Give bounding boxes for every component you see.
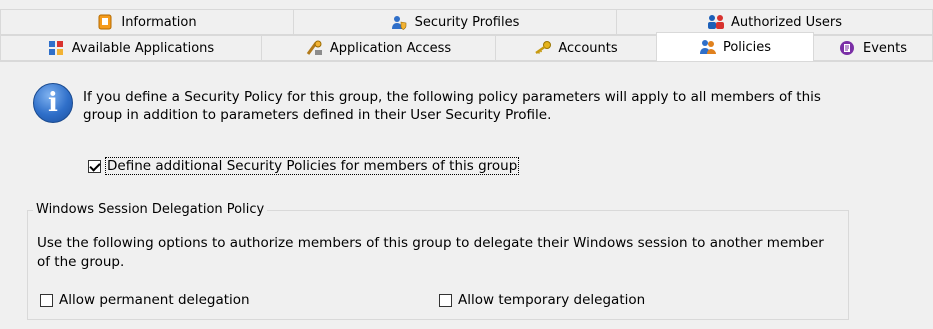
tab-label: Events bbox=[862, 40, 907, 56]
tab-label: Authorized Users bbox=[731, 14, 842, 30]
info-text: If you define a Security Policy for this… bbox=[83, 89, 821, 123]
info-icon: i bbox=[33, 83, 73, 123]
tab-events[interactable]: Events bbox=[813, 35, 933, 61]
apps-grid-icon bbox=[48, 40, 64, 56]
tab-label: Information bbox=[121, 14, 197, 30]
events-icon bbox=[839, 40, 855, 56]
tab-row-bottom: Available Applications Application Acces… bbox=[0, 32, 933, 61]
permanent-delegation-checkbox[interactable] bbox=[40, 293, 53, 307]
temporary-delegation-label[interactable]: Allow temporary delegation bbox=[458, 292, 645, 308]
temporary-delegation-option[interactable]: Allow temporary delegation bbox=[439, 292, 645, 308]
app-access-icon bbox=[306, 40, 322, 56]
tab-application-access[interactable]: Application Access bbox=[261, 35, 496, 61]
temporary-delegation-checkbox[interactable] bbox=[439, 293, 452, 307]
tab-available-applications[interactable]: Available Applications bbox=[0, 35, 262, 61]
tab-label: Accounts bbox=[558, 40, 618, 56]
permanent-delegation-option[interactable]: Allow permanent delegation bbox=[40, 292, 250, 308]
tab-security-profiles[interactable]: Security Profiles bbox=[293, 9, 617, 35]
keys-icon bbox=[534, 40, 552, 56]
tab-label: Security Profiles bbox=[414, 14, 520, 30]
tab-label: Policies bbox=[722, 39, 772, 55]
user-shield-icon bbox=[391, 14, 407, 30]
define-policies-checkbox[interactable] bbox=[88, 159, 101, 173]
define-policies-option[interactable]: Define additional Security Policies for … bbox=[88, 157, 520, 175]
delegation-groupbox-title: Windows Session Delegation Policy bbox=[33, 202, 268, 217]
policy-users-icon bbox=[699, 39, 716, 55]
tab-accounts[interactable]: Accounts bbox=[495, 35, 657, 61]
tab-label: Available Applications bbox=[71, 40, 215, 56]
tab-policies[interactable]: Policies bbox=[656, 32, 814, 61]
notebook-icon bbox=[97, 14, 113, 30]
tab-information[interactable]: Information bbox=[0, 9, 294, 35]
define-policies-label[interactable]: Define additional Security Policies for … bbox=[105, 157, 520, 175]
delegation-description: Use the following options to authorize m… bbox=[37, 235, 824, 270]
users-icon bbox=[707, 14, 724, 30]
permanent-delegation-label[interactable]: Allow permanent delegation bbox=[59, 292, 250, 308]
tab-label: Application Access bbox=[329, 40, 452, 56]
